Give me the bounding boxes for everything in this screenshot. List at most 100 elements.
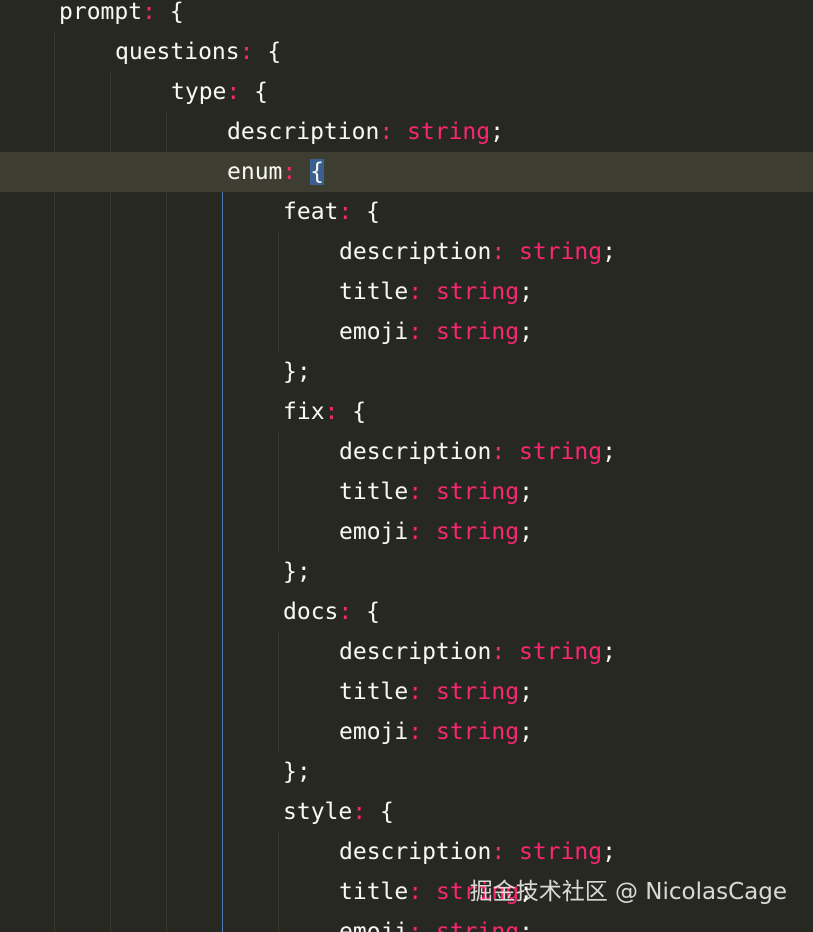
open-brace: {	[169, 0, 184, 25]
property-key: description	[339, 239, 492, 265]
code-line[interactable]: questions: {	[0, 32, 813, 72]
type-keyword: string	[435, 519, 520, 545]
semicolon: ;	[519, 679, 533, 705]
code-editor[interactable]: prompt: { questions: { type: { descripti…	[0, 0, 813, 932]
property-key: title	[339, 879, 409, 905]
code-line[interactable]: description: string;	[0, 232, 813, 272]
code-line[interactable]: };	[0, 352, 813, 392]
property-key: enum	[227, 159, 283, 185]
colon: :	[379, 119, 394, 145]
type-keyword: string	[519, 239, 603, 265]
semicolon: ;	[490, 119, 504, 145]
type-keyword: string	[407, 119, 491, 145]
property-key: questions	[115, 39, 240, 65]
property-key: feat	[283, 199, 339, 225]
property-key: fix	[283, 399, 325, 425]
colon: :	[491, 839, 506, 865]
close-brace: };	[283, 359, 311, 385]
type-keyword: string	[519, 639, 603, 665]
close-brace: };	[283, 759, 311, 785]
code-line[interactable]: type: {	[0, 72, 813, 112]
property-key: style	[283, 799, 353, 825]
code-line[interactable]: description: string;	[0, 112, 813, 152]
code-line[interactable]: emoji: string;	[0, 912, 813, 932]
code-line[interactable]: description: string;	[0, 632, 813, 672]
colon: :	[408, 879, 423, 905]
property-key: emoji	[339, 519, 409, 545]
code-line[interactable]: prompt: {	[0, 0, 813, 32]
colon: :	[338, 199, 353, 225]
colon: :	[282, 159, 297, 185]
watermark: 掘金技术社区 @ NicolasCage	[469, 879, 787, 905]
open-brace: {	[366, 599, 380, 625]
type-keyword: string	[435, 319, 520, 345]
colon: :	[491, 639, 506, 665]
semicolon: ;	[602, 439, 616, 465]
colon: :	[408, 319, 423, 345]
semicolon: ;	[602, 639, 616, 665]
property-key: emoji	[339, 319, 409, 345]
property-key: description	[339, 639, 492, 665]
type-keyword: string	[435, 679, 520, 705]
property-key: prompt	[59, 0, 143, 25]
code-line[interactable]: emoji: string;	[0, 712, 813, 752]
code-line[interactable]: };	[0, 552, 813, 592]
code-line[interactable]: description: string;	[0, 832, 813, 872]
colon: :	[408, 479, 423, 505]
matched-open-brace: {	[310, 159, 324, 185]
property-key: description	[339, 839, 492, 865]
type-keyword: string	[435, 479, 520, 505]
colon: :	[142, 0, 156, 25]
code-line[interactable]: emoji: string;	[0, 312, 813, 352]
semicolon: ;	[519, 719, 533, 745]
type-keyword: string	[435, 919, 520, 932]
open-brace: {	[379, 799, 394, 825]
semicolon: ;	[519, 279, 533, 305]
code-line[interactable]: title: string;	[0, 672, 813, 712]
open-brace: {	[352, 399, 367, 425]
semicolon: ;	[519, 919, 533, 932]
code-line[interactable]: docs: {	[0, 592, 813, 632]
property-key: emoji	[339, 919, 409, 932]
colon: :	[408, 279, 423, 305]
code-line[interactable]: feat: {	[0, 192, 813, 232]
code-line[interactable]: };	[0, 752, 813, 792]
colon: :	[408, 719, 423, 745]
code-line[interactable]: description: string;	[0, 432, 813, 472]
property-key: title	[339, 279, 409, 305]
property-key: type	[171, 79, 227, 105]
semicolon: ;	[519, 319, 533, 345]
colon: :	[491, 439, 506, 465]
colon: :	[226, 79, 241, 105]
semicolon: ;	[519, 479, 533, 505]
colon: :	[324, 399, 339, 425]
current-code-line[interactable]: enum: {	[0, 152, 813, 192]
semicolon: ;	[602, 239, 616, 265]
colon: :	[408, 519, 423, 545]
property-key: description	[339, 439, 492, 465]
colon: :	[338, 599, 353, 625]
code-line[interactable]: title: string;	[0, 472, 813, 512]
colon: :	[491, 239, 506, 265]
property-key: emoji	[339, 719, 409, 745]
colon: :	[239, 39, 254, 65]
close-brace: };	[283, 559, 311, 585]
semicolon: ;	[602, 839, 616, 865]
code-line[interactable]: style: {	[0, 792, 813, 832]
open-brace: {	[267, 39, 282, 65]
property-key: title	[339, 479, 409, 505]
colon: :	[352, 799, 367, 825]
code-line[interactable]: fix: {	[0, 392, 813, 432]
type-keyword: string	[519, 839, 603, 865]
property-key: description	[227, 119, 380, 145]
open-brace: {	[366, 199, 380, 225]
property-key: title	[339, 679, 409, 705]
property-key: docs	[283, 599, 339, 625]
colon: :	[408, 679, 423, 705]
type-keyword: string	[519, 439, 603, 465]
semicolon: ;	[519, 519, 533, 545]
colon: :	[408, 919, 423, 932]
code-line[interactable]: emoji: string;	[0, 512, 813, 552]
code-line[interactable]: title: string;	[0, 272, 813, 312]
type-keyword: string	[435, 279, 520, 305]
